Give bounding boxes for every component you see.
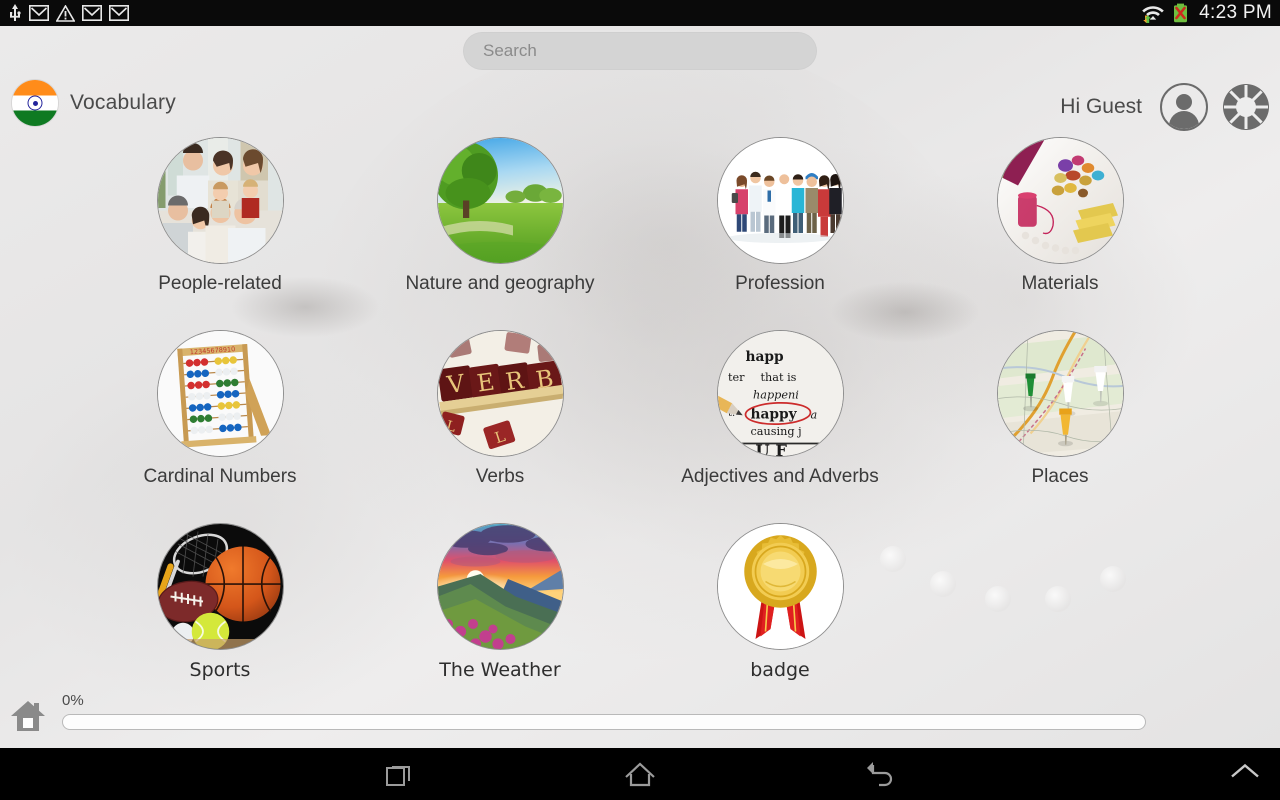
search-input[interactable] <box>463 41 817 61</box>
chevron-up-icon[interactable] <box>1228 762 1262 787</box>
topic-card[interactable]: V E R B L L Verbs <box>360 330 640 488</box>
topic-card[interactable]: Profession <box>640 138 920 295</box>
sports-balls-photo[interactable] <box>157 523 283 649</box>
app-header: Vocabulary Hi Guest <box>0 80 1280 144</box>
svg-text:causing j: causing j <box>750 425 801 438</box>
user-avatar-icon[interactable] <box>1160 83 1208 131</box>
map-pins-photo[interactable] <box>997 330 1123 456</box>
usb-icon <box>8 4 22 22</box>
home-icon[interactable] <box>10 698 46 734</box>
topic-label: Materials <box>1021 273 1099 294</box>
page-title: Vocabulary <box>70 91 176 114</box>
user-area: Hi Guest <box>1060 83 1270 131</box>
family-photo[interactable] <box>157 138 283 263</box>
svg-text:that is: that is <box>760 371 796 384</box>
status-bar-clock: 4:23 PM <box>1199 2 1272 23</box>
topic-label: The Weather <box>439 658 561 681</box>
topic-label: People-related <box>158 273 282 294</box>
gear-icon[interactable] <box>1222 83 1270 131</box>
avatar-head <box>1176 94 1192 110</box>
india-flag-icon <box>12 80 58 126</box>
back-icon[interactable] <box>825 761 935 787</box>
topic-grid: People-related Nature and geography Prof… <box>0 138 1280 681</box>
svg-text:a: a <box>810 408 817 421</box>
topic-card[interactable]: People-related <box>80 138 360 295</box>
svg-text:happeni: happeni <box>753 388 799 401</box>
tablet-screen: 4:23 PM Vocabulary Hi Guest <box>0 0 1280 800</box>
topic-label: Places <box>1031 465 1089 487</box>
status-bar-notifications <box>8 3 129 22</box>
verb-tiles-photo[interactable]: V E R B L L <box>437 330 563 456</box>
gmail-icon <box>29 5 49 21</box>
status-bar-system: 4:23 PM <box>1141 2 1272 24</box>
svg-text:U F: U F <box>755 441 787 456</box>
topic-card[interactable]: Sports <box>80 523 360 681</box>
topic-card[interactable]: 12345678910 Cardinal Numbers <box>80 330 360 488</box>
topic-card[interactable]: Materials <box>920 138 1200 295</box>
tree-meadow-photo[interactable] <box>437 138 563 263</box>
abacus-photo[interactable]: 12345678910 <box>157 330 283 456</box>
topic-label: Cardinal Numbers <box>143 465 297 487</box>
progress-bar[interactable] <box>62 714 1146 730</box>
svg-text:ter: ter <box>728 371 745 384</box>
gmail-icon <box>82 5 102 21</box>
search-bar[interactable] <box>463 32 817 70</box>
progress-label: 0% <box>62 692 84 709</box>
topic-label: Adjectives and Adverbs <box>681 465 879 487</box>
topic-card[interactable]: badge <box>640 523 920 681</box>
svg-text:happy: happy <box>750 406 797 422</box>
warning-icon <box>55 3 76 22</box>
ashoka-chakra-icon <box>27 95 43 111</box>
dictionary-happy-photo[interactable]: happ ter that is happeni t. happy a caus… <box>717 330 843 456</box>
topic-card[interactable]: happ ter that is happeni t. happy a caus… <box>640 330 920 488</box>
gmail-icon <box>109 5 129 21</box>
battery-error-icon <box>1172 3 1189 23</box>
svg-text:happ: happ <box>745 349 784 365</box>
topic-label: Nature and geography <box>405 273 595 294</box>
workers-group-photo[interactable] <box>717 138 843 263</box>
app-content: Vocabulary Hi Guest <box>0 26 1280 748</box>
svg-text:E: E <box>475 367 496 397</box>
gems-thread-photo[interactable] <box>997 138 1123 263</box>
topic-label: Profession <box>735 273 825 294</box>
topic-label: badge <box>750 658 810 681</box>
topic-label: Sports <box>189 658 251 681</box>
topic-label: Verbs <box>475 465 525 487</box>
topic-card[interactable]: Places <box>920 330 1200 488</box>
topic-card[interactable]: Nature and geography <box>360 138 640 295</box>
progress-footer: 0% <box>0 692 1280 748</box>
wifi-icon <box>1141 3 1165 23</box>
home-icon[interactable] <box>585 761 695 787</box>
gold-badge-photo[interactable] <box>717 523 843 649</box>
recents-icon[interactable] <box>345 761 455 787</box>
android-status-bar: 4:23 PM <box>0 0 1280 26</box>
avatar-body <box>1169 111 1199 129</box>
greeting-label: Hi Guest <box>1060 95 1142 118</box>
topic-card[interactable]: The Weather <box>360 523 640 681</box>
sunset-mountain-photo[interactable] <box>437 523 563 649</box>
app-brand[interactable]: Vocabulary <box>12 80 176 126</box>
android-nav-bar <box>0 748 1280 800</box>
